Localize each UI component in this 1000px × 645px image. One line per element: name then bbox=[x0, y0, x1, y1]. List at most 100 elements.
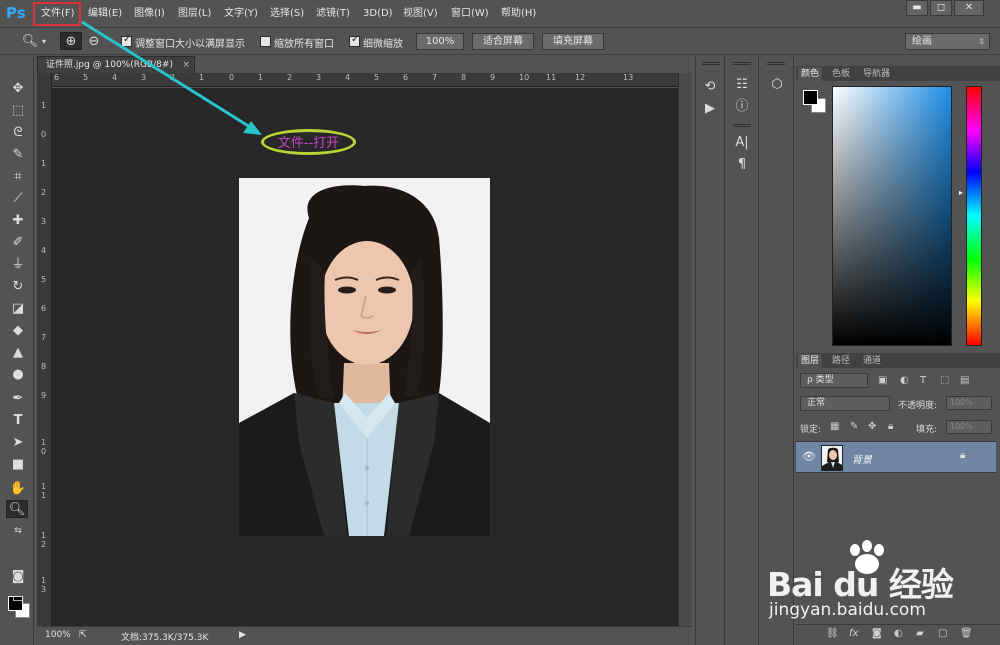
filter-shape-icon[interactable]: ⬚ bbox=[940, 375, 949, 386]
layer-name[interactable]: 背景 bbox=[852, 451, 872, 466]
properties-panel-icon[interactable]: ☷ bbox=[733, 76, 751, 94]
workspace-select[interactable]: 绘画 ⇳ bbox=[905, 33, 990, 50]
fill-screen-button[interactable]: 填充屏幕 bbox=[542, 33, 604, 50]
lock-label: 锁定: bbox=[800, 425, 822, 435]
fill-label: 填充: bbox=[916, 425, 938, 435]
adjustment-layer-icon[interactable]: ◐ bbox=[894, 628, 903, 639]
panel-dock-column-1: ⟲ ▶ bbox=[695, 56, 725, 645]
type-tool-icon[interactable]: T bbox=[8, 412, 28, 430]
lock-position-icon[interactable]: ✥ bbox=[868, 421, 876, 432]
fit-screen-button[interactable]: 适合屏幕 bbox=[472, 33, 534, 50]
panel-grip[interactable] bbox=[702, 62, 720, 65]
color-panel-tabbar bbox=[796, 66, 1000, 81]
lock-image-icon[interactable]: ✎ bbox=[850, 421, 858, 432]
actions-panel-icon[interactable]: ▶ bbox=[701, 100, 719, 118]
document-size-info: 文档:375.3K/375.3K bbox=[121, 633, 209, 643]
paragraph-panel-icon[interactable]: ¶ bbox=[733, 156, 751, 174]
eyedropper-tool-icon[interactable]: ⟋ bbox=[8, 190, 28, 208]
lock-transparent-icon[interactable]: ▦ bbox=[830, 421, 839, 432]
ruler-h-label: 7 bbox=[432, 73, 438, 82]
panel-grip[interactable] bbox=[733, 124, 751, 127]
menu-view[interactable]: 视图(V) bbox=[400, 5, 441, 23]
tab-paths[interactable]: 路径 bbox=[829, 354, 853, 368]
restore-button[interactable]: ◻ bbox=[930, 0, 952, 16]
ruler-h-label: 10 bbox=[519, 73, 530, 82]
character-panel-icon[interactable]: A| bbox=[733, 134, 751, 152]
status-menu-arrow-icon[interactable]: ▶ bbox=[239, 630, 246, 640]
menu-help[interactable]: 帮助(H) bbox=[498, 5, 539, 23]
panel-dock-column-2: ☷ ⓘ A| ¶ bbox=[727, 56, 759, 645]
tab-swatches[interactable]: 色板 bbox=[829, 67, 853, 81]
filter-type-icon[interactable]: T bbox=[920, 375, 926, 386]
info-panel-icon[interactable]: ⓘ bbox=[733, 98, 751, 116]
color-picker-field[interactable] bbox=[832, 86, 952, 346]
actual-pixels-button[interactable]: 100% bbox=[416, 33, 464, 50]
ruler-v-label: 4 bbox=[41, 246, 47, 255]
vertical-scrollbar[interactable] bbox=[678, 73, 692, 626]
crop-tool-icon[interactable]: ⌗ bbox=[8, 168, 28, 186]
export-icon[interactable]: ⇱ bbox=[79, 630, 87, 640]
zoom-level[interactable]: 100% bbox=[45, 630, 71, 640]
ruler-h-label: 9 bbox=[490, 73, 496, 82]
tab-layers[interactable]: 图层 bbox=[798, 354, 823, 368]
rectangle-tool-icon[interactable]: ■ bbox=[8, 456, 28, 474]
layer-filter-select[interactable]: ρ 类型 bbox=[800, 373, 868, 388]
ruler-h-label: 8 bbox=[461, 73, 467, 82]
path-select-tool-icon[interactable]: ➤ bbox=[8, 434, 28, 452]
menu-window[interactable]: 窗口(W) bbox=[448, 5, 492, 23]
link-layers-icon[interactable]: ⛓ bbox=[826, 628, 839, 639]
swap-colors-icon[interactable]: ⇆ bbox=[8, 522, 28, 540]
tab-navigator[interactable]: 导航器 bbox=[860, 67, 893, 81]
hue-slider-marker-icon[interactable]: ▸ bbox=[959, 188, 963, 197]
3d-cube-icon[interactable]: ⬡ bbox=[768, 76, 786, 94]
brush-tool-icon[interactable]: ✐ bbox=[8, 234, 28, 252]
pen-tool-icon[interactable]: ✒ bbox=[8, 390, 28, 408]
close-button[interactable]: ✕ bbox=[954, 0, 984, 16]
hand-tool-icon[interactable]: ✋ bbox=[8, 480, 28, 498]
watermark-brand: Bai du 经验 bbox=[767, 565, 954, 604]
layer-style-icon[interactable]: fx bbox=[849, 628, 858, 639]
tab-color[interactable]: 颜色 bbox=[798, 67, 823, 81]
layer-thumbnail bbox=[821, 445, 843, 471]
layer-row-background[interactable]: 👁︎ 背景 🔒︎ bbox=[796, 441, 996, 473]
screen-mode-icon[interactable]: ▭ bbox=[8, 590, 28, 608]
ruler-v-label: 3 bbox=[41, 217, 47, 226]
filter-adjustment-icon[interactable]: ◐ bbox=[900, 375, 909, 386]
ruler-v-label: 7 bbox=[41, 333, 47, 342]
chevron-updown-icon: ⇳ bbox=[978, 37, 985, 46]
opacity-label: 不透明度: bbox=[898, 401, 938, 411]
new-group-icon[interactable]: ▰ bbox=[916, 628, 924, 639]
panel-foreground-color-swatch[interactable] bbox=[803, 90, 818, 105]
opacity-input[interactable]: 100% bbox=[946, 396, 992, 410]
lock-all-icon[interactable]: 🔒︎ bbox=[888, 421, 893, 432]
dodge-tool-icon[interactable]: ● bbox=[8, 366, 28, 384]
healing-brush-tool-icon[interactable]: ✚ bbox=[8, 212, 28, 230]
paint-bucket-tool-icon[interactable]: ◆ bbox=[8, 322, 28, 340]
quick-mask-icon[interactable]: ◙ bbox=[8, 568, 28, 586]
panel-grip[interactable] bbox=[767, 62, 785, 65]
filter-smart-object-icon[interactable]: ▤ bbox=[960, 375, 969, 386]
filter-pixel-icon[interactable]: ▣ bbox=[878, 375, 887, 386]
ruler-v-label: 8 bbox=[41, 362, 47, 371]
tab-channels[interactable]: 通道 bbox=[860, 354, 884, 368]
fill-input[interactable]: 100% bbox=[946, 420, 992, 434]
history-brush-tool-icon[interactable]: ↻ bbox=[8, 278, 28, 296]
blur-tool-icon[interactable]: ▲ bbox=[8, 344, 28, 362]
hue-slider[interactable] bbox=[966, 86, 982, 346]
panel-grip[interactable] bbox=[733, 62, 751, 65]
blend-mode-select[interactable]: 正常 bbox=[800, 396, 890, 411]
ruler-v-label: 1 2 bbox=[41, 531, 47, 549]
new-layer-icon[interactable]: ▢ bbox=[938, 628, 947, 639]
zoom-tool-icon[interactable]: 🔍︎ bbox=[6, 500, 28, 518]
eraser-tool-icon[interactable]: ◪ bbox=[8, 300, 28, 318]
baidu-jingyan-watermark: Bai du 经验 jingyan.baidu.com bbox=[765, 540, 1000, 625]
add-mask-icon[interactable]: ◙ bbox=[872, 628, 882, 639]
eye-icon[interactable]: 👁︎ bbox=[802, 450, 816, 463]
history-panel-icon[interactable]: ⟲ bbox=[701, 78, 719, 96]
minimize-button[interactable]: ▬ bbox=[906, 0, 928, 16]
portrait-illustration bbox=[239, 185, 490, 536]
clone-stamp-tool-icon[interactable]: ⏚ bbox=[8, 256, 28, 274]
trash-icon[interactable]: 🗑︎ bbox=[960, 628, 973, 639]
ruler-h-label: 6 bbox=[403, 73, 409, 82]
menu-3d[interactable]: 3D(D) bbox=[360, 5, 396, 23]
